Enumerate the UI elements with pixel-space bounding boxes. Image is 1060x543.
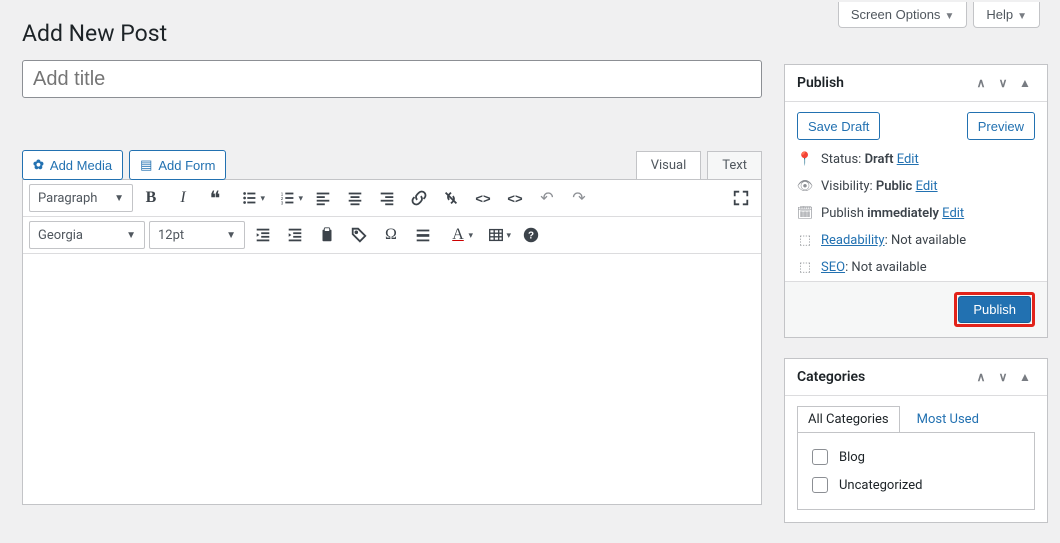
tab-text[interactable]: Text bbox=[707, 151, 762, 179]
align-center-button[interactable] bbox=[341, 184, 369, 212]
status-row: 📍 Status: Draft Edit bbox=[785, 146, 1047, 173]
seo-row: ⬚ SEO: Not available bbox=[785, 254, 1047, 281]
text-color-button[interactable]: A bbox=[441, 221, 475, 249]
category-checkbox[interactable] bbox=[812, 449, 828, 465]
help-icon-button[interactable]: ? bbox=[517, 221, 545, 249]
save-draft-button[interactable]: Save Draft bbox=[797, 112, 880, 140]
preview-button[interactable]: Preview bbox=[967, 112, 1035, 140]
blockquote-button[interactable]: ❝ bbox=[201, 184, 229, 212]
tag-button[interactable] bbox=[345, 221, 373, 249]
shortcode2-button[interactable]: <> bbox=[501, 184, 529, 212]
seo-link[interactable]: SEO bbox=[821, 260, 845, 275]
visibility-row: 👁 Visibility: Public Edit bbox=[785, 173, 1047, 200]
visibility-value: Public bbox=[876, 179, 912, 194]
screen-options-label: Screen Options bbox=[851, 7, 941, 22]
category-item[interactable]: Uncategorized bbox=[808, 471, 1024, 499]
font-family-select[interactable]: Georgia ▼ bbox=[29, 221, 145, 249]
publish-button-highlight: Publish bbox=[954, 292, 1035, 327]
edit-visibility-link[interactable]: Edit bbox=[916, 179, 938, 194]
paste-button[interactable] bbox=[313, 221, 341, 249]
special-char-button[interactable]: Ω bbox=[377, 221, 405, 249]
status-value: Draft bbox=[865, 152, 894, 167]
toggle-panel-icon[interactable]: ▲ bbox=[1015, 73, 1035, 93]
font-size-select[interactable]: 12pt ▼ bbox=[149, 221, 245, 249]
move-down-icon[interactable]: ∨ bbox=[993, 73, 1013, 93]
help-button[interactable]: Help ▼ bbox=[973, 2, 1040, 28]
add-form-button[interactable]: ▤ Add Form bbox=[129, 150, 226, 180]
categories-box-title: Categories bbox=[797, 369, 865, 385]
align-left-button[interactable] bbox=[309, 184, 337, 212]
table-button[interactable] bbox=[479, 221, 513, 249]
help-label: Help bbox=[986, 7, 1013, 22]
editor-content-area[interactable] bbox=[23, 254, 761, 504]
calendar-icon: 🗓 bbox=[797, 206, 813, 221]
chevron-down-icon: ▼ bbox=[126, 230, 136, 241]
editor-container: Paragraph▼ B I ❝ 123 <> <> ↶ ↷ Georgia▼ … bbox=[22, 179, 762, 505]
edit-schedule-link[interactable]: Edit bbox=[942, 206, 964, 221]
align-right-button[interactable] bbox=[373, 184, 401, 212]
move-up-icon[interactable]: ∧ bbox=[971, 367, 991, 387]
tab-most-used[interactable]: Most Used bbox=[906, 406, 990, 432]
tab-all-categories[interactable]: All Categories bbox=[797, 406, 900, 432]
readability-row: ⬚ Readability: Not available bbox=[785, 227, 1047, 254]
visibility-label: Visibility: bbox=[821, 179, 873, 194]
fullscreen-button[interactable] bbox=[727, 184, 755, 212]
chevron-down-icon: ▼ bbox=[944, 11, 954, 22]
categories-list: Blog Uncategorized bbox=[797, 432, 1035, 510]
shortcode-button[interactable]: <> bbox=[469, 184, 497, 212]
svg-text:3: 3 bbox=[281, 200, 284, 205]
readability-value: : Not available bbox=[885, 233, 967, 248]
publish-box-title: Publish bbox=[797, 75, 844, 91]
readability-link[interactable]: Readability bbox=[821, 233, 885, 248]
move-up-icon[interactable]: ∧ bbox=[971, 73, 991, 93]
move-down-icon[interactable]: ∨ bbox=[993, 367, 1013, 387]
post-title-input[interactable] bbox=[22, 60, 762, 98]
screen-options-button[interactable]: Screen Options▼ bbox=[838, 2, 968, 28]
undo-button[interactable]: ↶ bbox=[533, 184, 561, 212]
category-checkbox[interactable] bbox=[812, 477, 828, 493]
categories-box: Categories ∧ ∨ ▲ All Categories Most Use… bbox=[784, 358, 1048, 523]
publish-box: Publish ∧ ∨ ▲ Save Draft Preview 📍 Statu… bbox=[784, 64, 1048, 338]
block-format-select[interactable]: Paragraph ▼ bbox=[29, 184, 133, 212]
toggle-panel-icon[interactable]: ▲ bbox=[1015, 367, 1035, 387]
hr-button[interactable] bbox=[409, 221, 437, 249]
eye-icon: 👁 bbox=[797, 179, 813, 194]
status-label: Status: bbox=[821, 152, 861, 167]
chevron-down-icon: ▼ bbox=[114, 193, 124, 204]
numbered-list-button[interactable]: 123 bbox=[271, 184, 305, 212]
redo-button[interactable]: ↷ bbox=[565, 184, 593, 212]
font-size-value: 12pt bbox=[158, 228, 184, 243]
link-button[interactable] bbox=[405, 184, 433, 212]
schedule-value: immediately bbox=[867, 206, 939, 221]
form-icon: ▤ bbox=[140, 157, 152, 173]
bulleted-list-button[interactable] bbox=[233, 184, 267, 212]
schedule-row: 🗓 Publish immediately Edit bbox=[785, 200, 1047, 227]
indent-button[interactable] bbox=[281, 221, 309, 249]
font-family-value: Georgia bbox=[38, 228, 83, 243]
schedule-label: Publish bbox=[821, 206, 864, 221]
yoast-icon: ⬚ bbox=[797, 233, 813, 248]
category-label: Uncategorized bbox=[839, 478, 922, 493]
italic-button[interactable]: I bbox=[169, 184, 197, 212]
camera-music-icon: ✿ bbox=[33, 157, 44, 173]
tab-visual[interactable]: Visual bbox=[636, 151, 702, 179]
yoast-icon: ⬚ bbox=[797, 260, 813, 275]
seo-value: : Not available bbox=[845, 260, 927, 275]
add-media-label: Add Media bbox=[50, 158, 112, 173]
category-label: Blog bbox=[839, 450, 865, 465]
add-form-label: Add Form bbox=[158, 158, 215, 173]
chevron-down-icon: ▼ bbox=[226, 230, 236, 241]
pin-icon: 📍 bbox=[797, 152, 813, 167]
publish-button[interactable]: Publish bbox=[958, 296, 1031, 323]
category-item[interactable]: Blog bbox=[808, 443, 1024, 471]
add-media-button[interactable]: ✿ Add Media bbox=[22, 150, 123, 180]
edit-status-link[interactable]: Edit bbox=[897, 152, 919, 167]
chevron-down-icon: ▼ bbox=[1017, 11, 1027, 22]
bold-button[interactable]: B bbox=[137, 184, 165, 212]
svg-text:?: ? bbox=[528, 231, 534, 242]
block-format-value: Paragraph bbox=[38, 191, 97, 206]
outdent-button[interactable] bbox=[249, 221, 277, 249]
unlink-button[interactable] bbox=[437, 184, 465, 212]
